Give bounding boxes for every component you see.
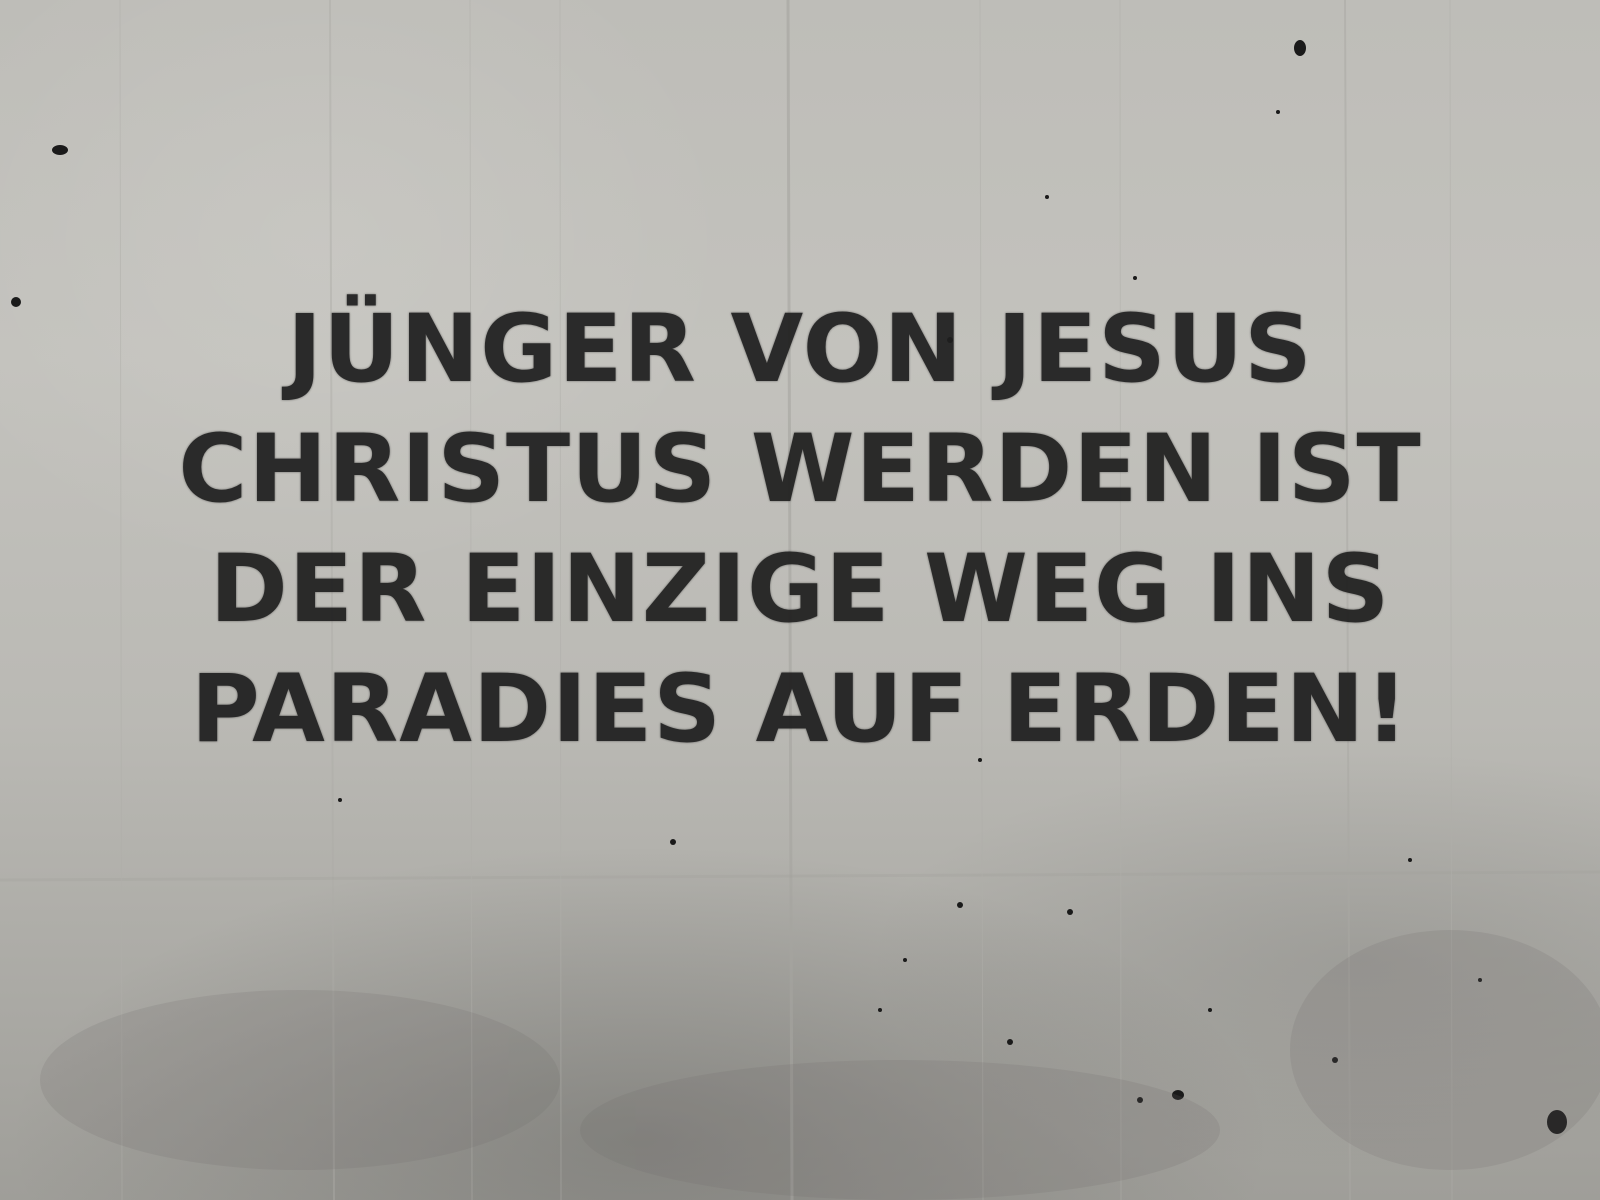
stencil-line: JÜNGER VON JESUS — [287, 295, 1313, 404]
stencil-line: CHRISTUS WERDEN IST — [178, 415, 1422, 524]
stencil-graffiti-text: JÜNGER VON JESUS CHRISTUS WERDEN IST DER… — [100, 290, 1500, 770]
stencil-line: DER EINZIGE WEG INS — [209, 535, 1391, 644]
stencil-line: PARADIES AUF ERDEN! — [190, 655, 1410, 764]
concrete-wall: JÜNGER VON JESUS CHRISTUS WERDEN IST DER… — [0, 0, 1600, 1200]
